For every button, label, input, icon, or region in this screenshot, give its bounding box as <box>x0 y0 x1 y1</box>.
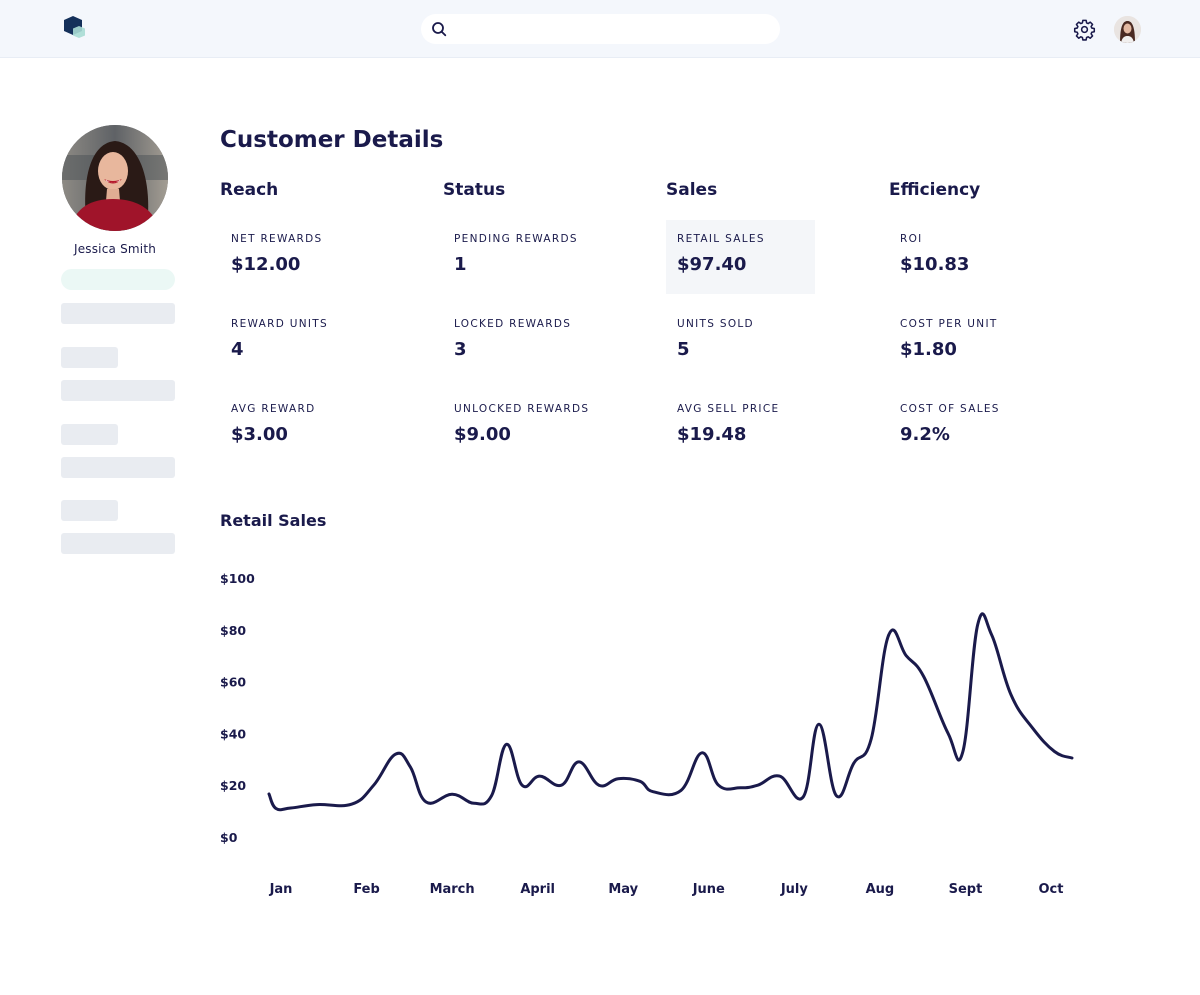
metric-value: $12.00 <box>231 254 301 275</box>
metric-value: 3 <box>454 339 467 360</box>
metric-value: $3.00 <box>231 424 288 445</box>
y-tick-label: $20 <box>220 778 246 793</box>
series-layer <box>267 612 1074 812</box>
status-pill-placeholder <box>61 269 175 290</box>
y-tick-label: $80 <box>220 623 246 638</box>
y-tick-label: $0 <box>220 830 238 845</box>
search-bar[interactable] <box>421 14 780 44</box>
x-tick-label: May <box>608 882 638 897</box>
metric-net-rewards[interactable]: NET REWARDS $12.00 <box>220 220 369 294</box>
retail-sales-chart: $0 $20 $40 $60 $80 $100 Jan Feb March April May Ju… <box>220 571 1074 897</box>
profile-photo <box>62 125 168 231</box>
x-tick-label: July <box>780 882 809 897</box>
section-title-status: Status <box>443 180 506 200</box>
y-axis: $0 $20 $40 $60 $80 $100 <box>220 571 255 845</box>
metric-value: $10.83 <box>900 254 970 275</box>
x-tick-label: April <box>520 882 555 897</box>
metric-value: 1 <box>454 254 467 275</box>
gear-icon[interactable] <box>1073 18 1096 41</box>
y-tick-label: $40 <box>220 726 246 741</box>
metric-unlocked-rewards[interactable]: UNLOCKED REWARDS $9.00 <box>443 390 592 464</box>
metric-locked-rewards[interactable]: LOCKED REWARDS 3 <box>443 305 592 379</box>
section-title-sales: Sales <box>666 180 718 200</box>
metric-units-sold[interactable]: UNITS SOLD 5 <box>666 305 815 379</box>
info-bar-placeholder <box>61 303 175 324</box>
x-axis: Jan Feb March April May June July Aug Sept Oct <box>269 882 1064 897</box>
section-title-reach: Reach <box>220 180 279 200</box>
search-input[interactable] <box>455 14 780 44</box>
x-tick-label: Jan <box>269 882 293 897</box>
chart-title: Retail Sales <box>220 511 327 530</box>
info-bar-placeholder <box>61 457 175 478</box>
x-tick-label: Aug <box>866 882 895 897</box>
info-label-placeholder <box>61 500 118 521</box>
avatar-portrait-icon <box>1114 16 1141 43</box>
metric-avg-reward[interactable]: AVG REWARD $3.00 <box>220 390 369 464</box>
profile-portrait-icon <box>62 125 168 231</box>
metric-label: UNLOCKED REWARDS <box>454 403 590 415</box>
info-label-placeholder <box>61 424 118 445</box>
metric-label: COST PER UNIT <box>900 318 998 330</box>
metric-label: RETAIL SALES <box>677 233 765 245</box>
metric-value: $1.80 <box>900 339 957 360</box>
x-tick-label: March <box>430 882 475 897</box>
metric-roi[interactable]: ROI $10.83 <box>889 220 1038 294</box>
metric-label: UNITS SOLD <box>677 318 754 330</box>
metric-value: $97.40 <box>677 254 747 275</box>
info-bar-placeholder <box>61 380 175 401</box>
metric-label: COST OF SALES <box>900 403 1000 415</box>
metric-value: 4 <box>231 339 244 360</box>
metric-label: LOCKED REWARDS <box>454 318 572 330</box>
metric-label: NET REWARDS <box>231 233 323 245</box>
info-bar-placeholder <box>61 533 175 554</box>
metric-value: $19.48 <box>677 424 747 445</box>
top-bar <box>0 0 1200 58</box>
section-title-efficiency: Efficiency <box>889 180 981 200</box>
metric-retail-sales[interactable]: RETAIL SALES $97.40 <box>666 220 815 294</box>
y-tick-label: $100 <box>220 571 255 586</box>
metric-value: $9.00 <box>454 424 511 445</box>
metric-value: 9.2% <box>900 424 950 445</box>
x-tick-label: Oct <box>1039 882 1064 897</box>
metric-avg-sell-price[interactable]: AVG SELL PRICE $19.48 <box>666 390 815 464</box>
metric-cost-per-unit[interactable]: COST PER UNIT $1.80 <box>889 305 1038 379</box>
info-label-placeholder <box>61 347 118 368</box>
metric-label: PENDING REWARDS <box>454 233 578 245</box>
profile-name: Jessica Smith <box>73 242 157 256</box>
metric-value: 5 <box>677 339 690 360</box>
x-tick-label: June <box>692 882 725 897</box>
hexagon-cube-logo-icon[interactable] <box>62 15 88 43</box>
metric-reward-units[interactable]: REWARD UNITS 4 <box>220 305 369 379</box>
metric-label: ROI <box>900 233 923 245</box>
page-title: Customer Details <box>220 127 444 153</box>
series-line-retail-sales <box>267 612 1074 812</box>
metric-cost-of-sales[interactable]: COST OF SALES 9.2% <box>889 390 1038 464</box>
metric-label: AVG REWARD <box>231 403 316 415</box>
search-icon[interactable] <box>431 21 447 37</box>
user-avatar[interactable] <box>1114 16 1141 43</box>
y-tick-label: $60 <box>220 675 246 690</box>
x-tick-label: Feb <box>353 882 379 897</box>
x-tick-label: Sept <box>949 882 983 897</box>
metric-pending-rewards[interactable]: PENDING REWARDS 1 <box>443 220 592 294</box>
metric-label: REWARD UNITS <box>231 318 328 330</box>
metric-label: AVG SELL PRICE <box>677 403 780 415</box>
